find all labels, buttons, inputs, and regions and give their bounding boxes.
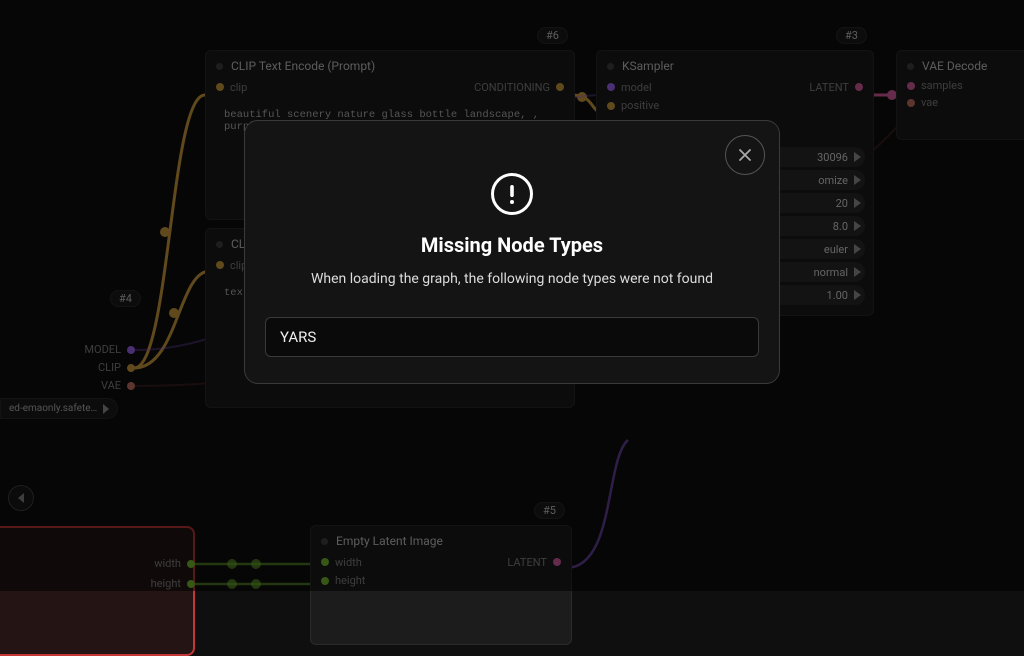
missing-node-types-dialog: Missing Node Types When loading the grap… [244, 120, 780, 384]
dialog-subtitle: When loading the graph, the following no… [265, 271, 759, 287]
dialog-title: Missing Node Types [265, 233, 759, 257]
close-icon [737, 147, 753, 163]
modal-overlay[interactable]: Missing Node Types When loading the grap… [0, 0, 1024, 591]
missing-node-entry: YARS [265, 317, 759, 357]
close-button[interactable] [725, 135, 765, 175]
warning-icon [491, 173, 533, 215]
